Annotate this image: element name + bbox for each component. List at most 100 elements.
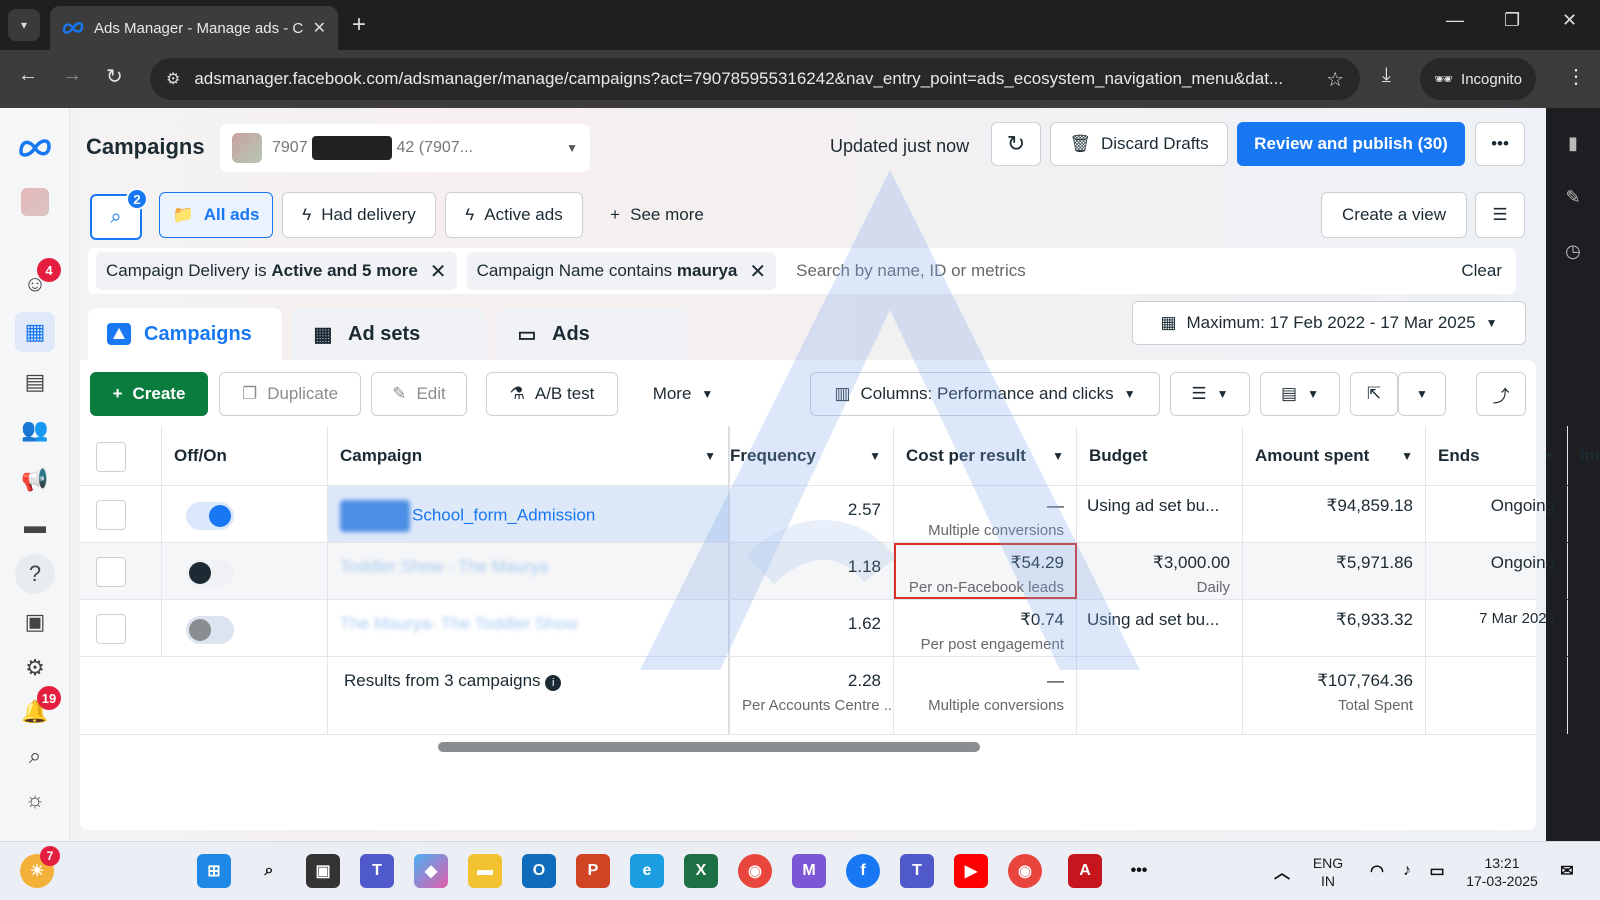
header-off-on[interactable]: Off/On xyxy=(162,426,328,485)
view-all-ads[interactable]: 📁 All ads xyxy=(159,192,273,238)
teams-work-icon[interactable]: T xyxy=(900,854,934,888)
billing-icon[interactable]: ▬ xyxy=(15,506,55,546)
wifi-icon[interactable]: ◠ xyxy=(1360,854,1394,888)
delivery-toggle[interactable] xyxy=(186,502,234,530)
site-settings-icon[interactable]: ⚙ xyxy=(166,69,180,89)
date-range-picker[interactable]: ▦ Maximum: 17 Feb 2022 - 17 Mar 2025 ▼ xyxy=(1132,301,1526,345)
more-options-button[interactable]: ••• xyxy=(1475,122,1525,166)
download-icon[interactable]: ⤓ xyxy=(1382,64,1391,87)
delivery-toggle[interactable] xyxy=(186,616,234,644)
reports-dropdown[interactable]: ▤ ▼ xyxy=(1260,372,1340,416)
horizontal-scrollbar[interactable] xyxy=(438,742,980,752)
tab-ad-sets[interactable]: ▦ Ad sets xyxy=(292,308,486,360)
discard-drafts-button[interactable]: 🗑 Discard Drafts xyxy=(1050,122,1228,166)
browser-menu-icon[interactable]: ⋮ xyxy=(1566,64,1586,89)
back-icon[interactable]: ← xyxy=(18,64,38,87)
campaign-link[interactable]: The Maurya- The Toddler Show xyxy=(328,600,728,634)
excel-icon[interactable]: X xyxy=(684,854,718,888)
start-windows-icon[interactable]: ⊞ xyxy=(197,854,231,888)
view-settings-button[interactable]: ☰ xyxy=(1475,192,1525,238)
notifications-icon[interactable]: ☺ 4 xyxy=(15,258,61,304)
header-cost-per-result[interactable]: Cost per result ▼ xyxy=(894,426,1077,485)
charts-button[interactable]: ⤴ xyxy=(1476,372,1526,416)
file-explorer-icon[interactable]: ▬ xyxy=(468,854,502,888)
meta-logo-icon[interactable] xyxy=(15,128,55,168)
view-active-ads[interactable]: ϟ Active ads xyxy=(445,192,583,238)
export-dropdown[interactable]: ▼ xyxy=(1398,372,1446,416)
filter-search-input[interactable]: Search by name, ID or metrics xyxy=(786,261,1451,281)
header-campaign[interactable]: Campaign ▼ xyxy=(328,426,730,485)
row-checkbox[interactable] xyxy=(96,557,126,587)
delivery-toggle[interactable] xyxy=(186,559,234,587)
row-checkbox[interactable] xyxy=(96,614,126,644)
remove-filter-icon[interactable]: ✕ xyxy=(749,259,766,284)
info-icon[interactable]: i xyxy=(545,675,562,691)
tab-close-icon[interactable]: ✕ xyxy=(313,18,326,38)
teams-icon[interactable]: T xyxy=(360,854,394,888)
search-icon[interactable]: ⌕ xyxy=(15,736,55,776)
youtube-icon[interactable]: ▶ xyxy=(954,854,988,888)
campaign-link[interactable]: Toddler Show - The Maurya xyxy=(328,543,728,577)
close-window-icon[interactable]: ✕ xyxy=(1562,10,1577,31)
clear-filters-button[interactable]: Clear xyxy=(1461,261,1508,281)
search-toggle-button[interactable]: ⌕ 2 xyxy=(90,188,148,240)
pencil-icon[interactable]: ✎ xyxy=(1560,184,1586,210)
filter-chip-campaign-name[interactable]: Campaign Name contains maurya ✕ xyxy=(466,252,777,290)
history-clock-icon[interactable]: ◷ xyxy=(1560,238,1586,264)
tab-campaigns[interactable]: Campaigns xyxy=(88,308,282,360)
view-had-delivery[interactable]: ϟ Had delivery xyxy=(282,192,436,238)
more-actions-dropdown[interactable]: More ▼ xyxy=(628,372,738,416)
task-view-icon[interactable]: ▣ xyxy=(306,854,340,888)
tab-search-dropdown-icon[interactable]: ▾ xyxy=(8,9,40,41)
advertising-icon[interactable]: 📢 xyxy=(15,460,55,500)
reload-icon[interactable]: ↻ xyxy=(106,64,123,89)
url-text[interactable]: adsmanager.facebook.com/adsmanager/manag… xyxy=(194,69,1312,89)
forward-icon[interactable]: → xyxy=(62,64,82,87)
settings-gear-icon[interactable]: ⚙ xyxy=(15,648,55,688)
account-avatar[interactable] xyxy=(15,182,55,222)
acrobat-icon[interactable]: A xyxy=(1068,854,1102,888)
export-button[interactable]: ⇱ xyxy=(1350,372,1398,416)
ab-test-button[interactable]: ⚗ A/B test xyxy=(486,372,618,416)
help-icon[interactable]: ? xyxy=(15,554,55,594)
weather-icon[interactable]: ☀ 7 xyxy=(20,846,60,888)
tab-ads[interactable]: ▭ Ads xyxy=(496,308,690,360)
header-budget[interactable]: Budget xyxy=(1077,426,1243,485)
powerpoint-icon[interactable]: P xyxy=(576,854,610,888)
bar-chart-icon[interactable]: ▮ xyxy=(1560,130,1586,156)
header-ends[interactable]: Ends ▼ xyxy=(1426,426,1568,485)
notification-center-icon[interactable]: ✉ xyxy=(1550,854,1584,888)
search-icon[interactable]: ⌕ xyxy=(252,854,286,888)
header-amount-spent[interactable]: Amount spent ▼ xyxy=(1243,426,1426,485)
edit-button[interactable]: ✎ Edit xyxy=(371,372,467,416)
breakdown-dropdown[interactable]: ☰ ▼ xyxy=(1170,372,1250,416)
outlook-icon[interactable]: O xyxy=(522,854,556,888)
pages-icon[interactable]: ▤ xyxy=(15,362,55,402)
facebook-icon[interactable]: f xyxy=(846,854,880,888)
minimize-icon[interactable]: — xyxy=(1446,10,1464,31)
create-view-button[interactable]: Create a view xyxy=(1321,192,1467,238)
audiences-icon[interactable]: 👥 xyxy=(15,410,55,450)
refresh-button[interactable]: ↻ xyxy=(991,122,1041,166)
incognito-indicator[interactable]: 🕶 Incognito xyxy=(1420,58,1536,100)
more-apps-icon[interactable]: ••• xyxy=(1122,854,1156,888)
language-indicator[interactable]: ENG IN xyxy=(1300,854,1356,890)
tray-chevron-up-icon[interactable]: ︿ xyxy=(1265,854,1299,888)
remove-filter-icon[interactable]: ✕ xyxy=(430,259,447,284)
new-tab-icon[interactable]: + xyxy=(352,11,366,39)
campaign-link[interactable]: School_form_Admission xyxy=(328,486,728,532)
bookmark-star-icon[interactable]: ☆ xyxy=(1326,67,1344,92)
row-checkbox[interactable] xyxy=(96,500,126,530)
battery-icon[interactable]: ▭ xyxy=(1420,854,1454,888)
address-bar[interactable]: ⚙ adsmanager.facebook.com/adsmanager/man… xyxy=(150,58,1360,100)
browser-tab-ads-manager[interactable]: Ads Manager - Manage ads - C ✕ xyxy=(50,6,338,50)
restore-icon[interactable]: ❐ xyxy=(1504,10,1520,31)
manage-campaigns-icon[interactable]: ▦ xyxy=(15,312,55,352)
chrome-incognito-icon[interactable]: ◉ xyxy=(1008,854,1042,888)
review-publish-button[interactable]: Review and publish (30) xyxy=(1237,122,1465,166)
volume-icon[interactable]: ♪ xyxy=(1390,854,1424,888)
chrome-icon[interactable]: ◉ xyxy=(738,854,772,888)
account-selector[interactable]: 7907 42 (7907... ▼ xyxy=(220,124,590,172)
copilot-icon[interactable]: ◆ xyxy=(414,854,448,888)
alerts-bell-icon[interactable]: 🔔 19 xyxy=(15,686,61,732)
